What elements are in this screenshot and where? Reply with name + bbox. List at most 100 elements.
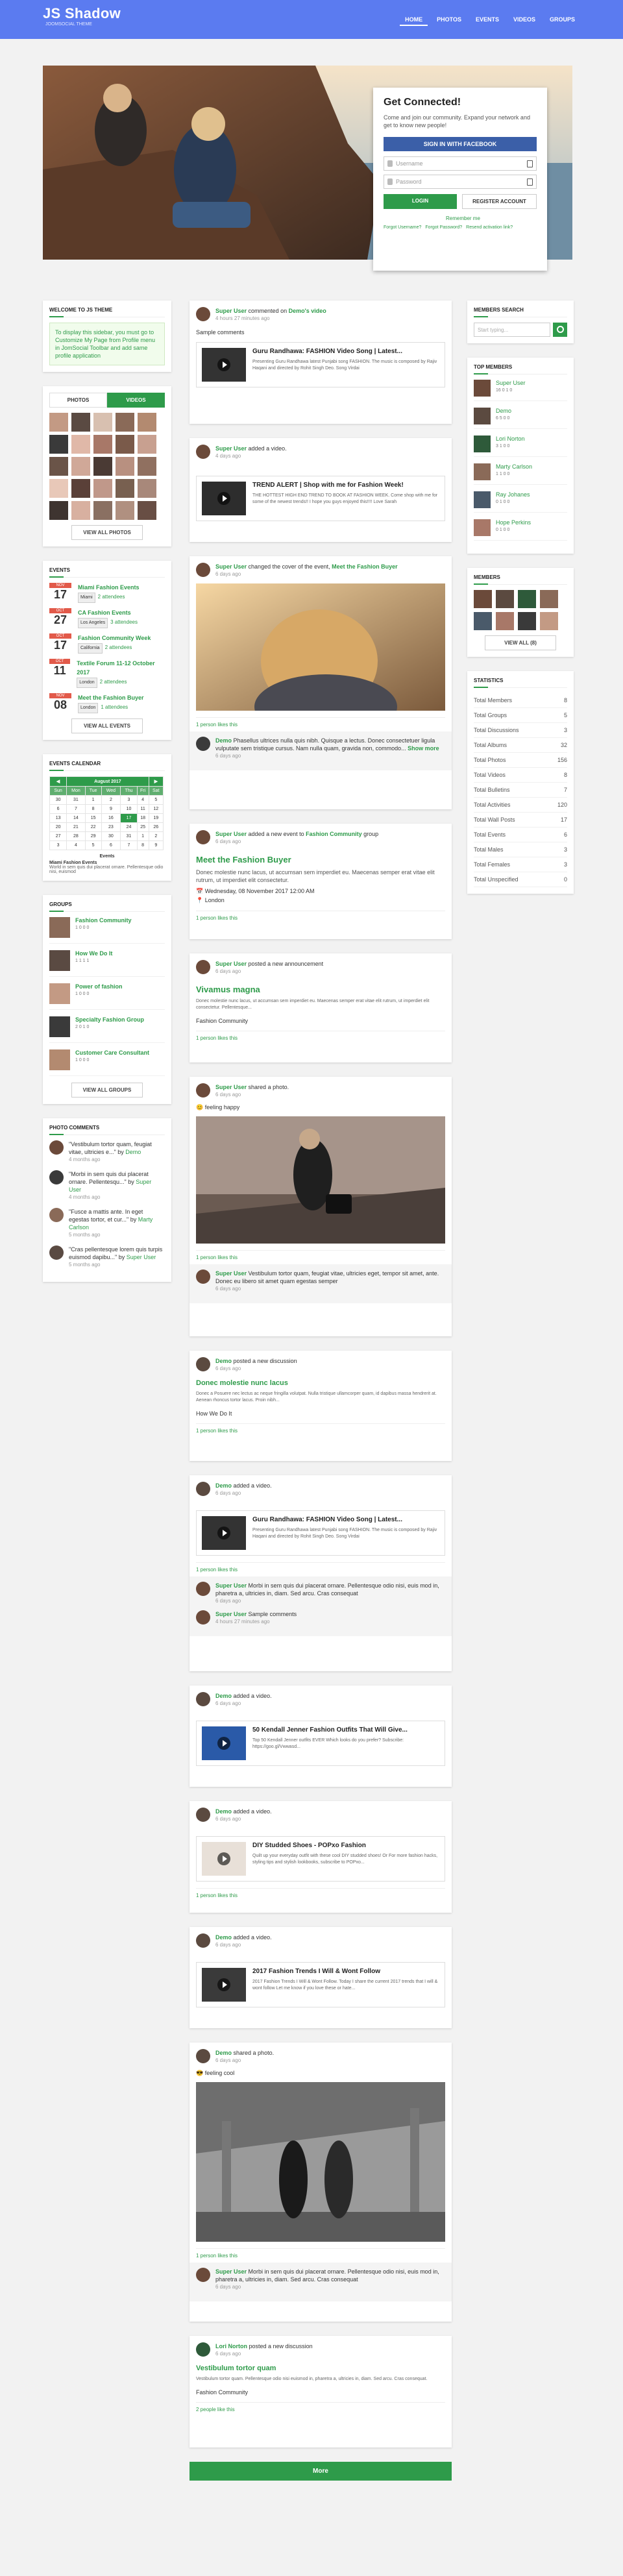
photo-thumbnail[interactable] [71,413,90,432]
avatar[interactable] [49,1245,64,1260]
video-title[interactable]: DIY Studded Shoes - POPxo Fashion [252,1842,439,1849]
event-title[interactable]: CA Fashion Events [78,608,138,617]
remember-me-checkbox[interactable]: Remember me [446,215,537,221]
group-thumbnail[interactable] [49,983,70,1004]
avatar[interactable] [196,1482,210,1496]
video-thumbnail[interactable] [202,1968,246,2002]
event-item[interactable]: OCT 11 Textile Forum 11-12 October 2017 Lon… [49,659,165,688]
video-title[interactable]: Guru Randhawa: FASHION Video Song | Late… [252,1516,439,1523]
photo-thumbnail[interactable] [71,457,90,476]
event-cover-photo[interactable] [196,583,445,711]
calendar-day[interactable]: 15 [84,813,102,823]
calendar-day[interactable]: 4 [136,795,149,805]
avatar[interactable] [49,1170,64,1184]
calendar-day[interactable]: 31 [120,831,138,841]
group-thumbnail[interactable] [49,917,70,938]
event-attendees[interactable]: 2 attendees [98,594,125,600]
avatar[interactable] [196,1270,210,1284]
prev-month-button[interactable]: ◀ [49,776,67,787]
video-title[interactable]: 2017 Fashion Trends I Will & Wont Follow [252,1968,439,1975]
member-name[interactable]: Lori Norton [496,435,525,442]
member-avatar[interactable] [518,612,536,630]
avatar[interactable] [196,2049,210,2063]
top-member-item[interactable]: Hope Perkins 0 1 0 0 [474,519,567,541]
group-item[interactable]: Fashion Community 1 0 0 0 [49,917,165,944]
photo-thumbnail[interactable] [138,413,156,432]
calendar-day[interactable]: 5 [148,795,164,805]
group-item[interactable]: Customer Care Consultant 1 0 0 0 [49,1049,165,1076]
avatar[interactable] [196,307,210,321]
likes-count[interactable]: 1 person likes this [196,1031,445,1041]
tab-photos[interactable]: PHOTOS [49,393,107,408]
avatar[interactable] [196,1808,210,1822]
calendar-day[interactable]: 6 [49,804,67,814]
group-item[interactable]: Power of fashion 1 0 0 0 [49,983,165,1010]
photo-thumbnail[interactable] [71,435,90,454]
photo-thumbnail[interactable] [138,479,156,498]
group-thumbnail[interactable] [49,950,70,971]
event-attendees[interactable]: 1 attendees [101,704,128,710]
play-icon[interactable] [217,358,230,371]
post-author[interactable]: Super User [215,961,247,967]
calendar-day[interactable]: 7 [120,840,138,850]
top-member-item[interactable]: Marty Carlson 1 1 0 0 [474,463,567,485]
likes-count[interactable]: 1 person likes this [196,1250,445,1260]
group-name[interactable]: Specialty Fashion Group [75,1016,144,1023]
top-member-item[interactable]: Demo 6 5 0 0 [474,408,567,429]
calendar-day[interactable]: 2 [148,831,164,841]
photo-thumbnail[interactable] [93,457,112,476]
calendar-day[interactable]: 9 [101,804,121,814]
photo-comment-user[interactable]: Super User [127,1254,156,1260]
avatar[interactable] [49,1140,64,1155]
member-avatar[interactable] [540,590,558,608]
nav-home[interactable]: HOME [400,14,428,26]
video-card[interactable]: TREND ALERT | Shop with me for Fashion W… [196,476,445,521]
photo-thumbnail[interactable] [138,435,156,454]
member-avatar[interactable] [518,590,536,608]
shared-photo[interactable] [196,2082,445,2242]
video-thumbnail[interactable] [202,1726,246,1760]
nav-photos[interactable]: PHOTOS [432,14,467,26]
avatar[interactable] [196,1083,210,1098]
post-author[interactable]: Demo [215,1482,232,1489]
forgot-password-link[interactable]: Forgot Password? [425,225,462,230]
site-logo[interactable]: JS Shadow [43,5,121,22]
post-author[interactable]: Demo [215,2050,232,2056]
photo-thumbnail[interactable] [93,501,112,520]
member-avatar[interactable] [474,612,492,630]
calendar-day[interactable]: 27 [49,831,67,841]
top-member-item[interactable]: Ray Johanes 0 1 0 0 [474,491,567,513]
event-title[interactable]: Miami Fashion Events [78,583,140,592]
calendar-day[interactable]: 29 [84,831,102,841]
photo-comment-quote[interactable]: "Fusce a mattis ante. In eget egestas to… [69,1208,143,1223]
calendar-day[interactable]: 10 [120,804,138,814]
photo-thumbnail[interactable] [93,413,112,432]
avatar[interactable] [196,2342,210,2357]
event-attendees[interactable]: 2 attendees [105,644,132,650]
shared-photo[interactable] [196,1116,445,1244]
top-member-item[interactable]: Super User 16 0 1 0 [474,380,567,401]
post-author[interactable]: Super User [215,445,247,452]
member-avatar[interactable] [540,612,558,630]
group-name[interactable]: Customer Care Consultant [75,1049,149,1056]
play-icon[interactable] [217,1527,230,1539]
event-title[interactable]: Meet the Fashion Buyer [78,693,144,702]
photo-thumbnail[interactable] [116,413,134,432]
likes-count[interactable]: 1 person likes this [196,1562,445,1573]
post-author[interactable]: Super User [215,1084,247,1090]
photo-comment-user[interactable]: Demo [125,1149,141,1155]
announcement-title[interactable]: Vivamus magna [196,985,445,994]
avatar[interactable] [474,491,491,508]
nav-groups[interactable]: GROUPS [544,14,580,26]
video-card[interactable]: Guru Randhawa: FASHION Video Song | Late… [196,342,445,387]
view-all-members-button[interactable]: VIEW ALL (8) [485,635,556,650]
discussion-title[interactable]: Donec molestie nunc lacus [196,1379,445,1387]
avatar[interactable] [196,445,210,459]
forgot-username-link[interactable]: Forgot Username? [384,225,421,230]
avatar[interactable] [49,1208,64,1222]
avatar[interactable] [196,1582,210,1596]
post-author[interactable]: Lori Norton [215,2343,247,2349]
event-title[interactable]: Textile Forum 11-12 October 2017 [77,659,165,677]
show-more-link[interactable]: Show more [408,745,439,752]
calendar-day[interactable]: 19 [148,813,164,823]
